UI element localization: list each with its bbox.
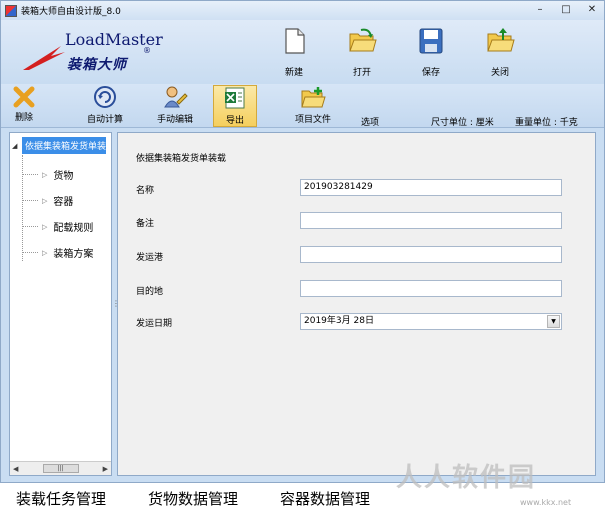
shipping-date-value: 2019年3月 28日 [304, 316, 374, 326]
remarks-label: 备注 [136, 219, 155, 229]
form-title: 依据集装箱发货单装载 [136, 154, 227, 164]
shipping-date-picker[interactable]: 2019年3月 28日 ▼ [300, 313, 562, 330]
tab-loading-tasks[interactable]: 装载任务管理 [16, 488, 106, 509]
logo-name-cn: 装箱大师 [67, 57, 127, 73]
toolbar: 删除 自动计算 手动编辑 导出 项目文件 选项 尺寸单位: 厘米 重量单位:… [1, 84, 604, 128]
watermark: 人人软件园 [396, 463, 537, 493]
remarks-field[interactable] [300, 212, 562, 229]
tree-item-packing-plan[interactable]: ▷ 装箱方案 [22, 245, 93, 260]
manual-edit-button-label: 手动编辑 [156, 115, 193, 125]
logo-registered: ® [143, 46, 151, 55]
tree-root-node[interactable]: ◢ 依据集装箱发货单装载 [12, 137, 106, 154]
close-folder-icon [487, 28, 515, 52]
options-button[interactable]: 选项 [361, 115, 379, 128]
window-controls: – □ ✕ [534, 3, 598, 17]
open-button-label: 打开 [352, 68, 371, 78]
close-project-button[interactable]: 关闭 [475, 26, 525, 80]
destination-label: 目的地 [136, 287, 164, 297]
manual-edit-icon [164, 86, 188, 108]
navigation-tree: ◢ 依据集装箱发货单装载 ▷ 货物 ▷ 容器 ▷ 配载规则 ▷ [9, 132, 112, 476]
project-file-button[interactable]: 项目文件 [291, 85, 335, 127]
scroll-right-icon[interactable]: ▶ [103, 465, 108, 473]
minimize-button[interactable]: – [534, 3, 546, 17]
logo-swoosh-icon [23, 46, 65, 70]
tab-container-data[interactable]: 容器数据管理 [280, 488, 370, 509]
close-project-button-label: 关闭 [490, 68, 509, 78]
auto-calc-icon [94, 86, 116, 108]
content-area: ◢ 依据集装箱发货单装载 ▷ 货物 ▷ 容器 ▷ 配载规则 ▷ [1, 129, 604, 479]
scrollbar-thumb[interactable]: ||| [42, 464, 79, 473]
name-label: 名称 [136, 186, 155, 196]
port-of-shipment-label: 发运港 [136, 253, 164, 263]
tree-expand-icon[interactable]: ◢ [12, 142, 22, 150]
tree-arrow-icon: ▷ [42, 170, 48, 179]
new-document-icon [285, 28, 305, 54]
save-disk-icon [419, 28, 443, 54]
weight-unit-label[interactable]: 重量单位 : 千克 [515, 115, 578, 128]
tree-horizontal-scrollbar[interactable]: ◀ ||| ▶ [10, 461, 111, 475]
main-window: 装箱大师自由设计版_8.0 – □ ✕ LoadMaster ® 装箱大师 新建 [0, 0, 605, 483]
name-field[interactable]: 201903281429 [300, 179, 562, 196]
size-unit-label[interactable]: 尺寸单位 : 厘米 [431, 115, 494, 128]
tree-root-label: 依据集装箱发货单装载 [22, 137, 106, 154]
shipping-date-label: 发运日期 [136, 319, 173, 329]
tree-arrow-icon: ▷ [42, 196, 48, 205]
export-excel-icon [225, 87, 245, 109]
project-file-button-label: 项目文件 [294, 115, 331, 125]
tree-item-containers[interactable]: ▷ 容器 [22, 193, 73, 208]
export-button[interactable]: 导出 [213, 85, 257, 127]
auto-calc-button[interactable]: 自动计算 [83, 85, 127, 127]
app-icon [5, 4, 17, 17]
open-folder-icon [349, 28, 377, 52]
save-button[interactable]: 保存 [406, 26, 456, 80]
watermark-url: www.kkx.net [520, 498, 572, 507]
new-button[interactable]: 新建 [269, 26, 319, 80]
port-of-shipment-field[interactable] [300, 246, 562, 263]
maximize-button[interactable]: □ [560, 3, 572, 17]
tree-item-goods[interactable]: ▷ 货物 [22, 167, 73, 182]
chevron-down-icon[interactable]: ▼ [547, 315, 560, 328]
auto-calc-button-label: 自动计算 [86, 115, 123, 125]
project-file-icon [301, 87, 326, 108]
tree-item-label: 装箱方案 [53, 249, 94, 260]
delete-x-icon [13, 86, 35, 108]
form-panel: 依据集装箱发货单装载 名称 201903281429 备注 发运港 目的地 发运… [117, 132, 596, 476]
header: LoadMaster ® 装箱大师 新建 打开 保存 关闭 [1, 20, 604, 84]
scroll-left-icon[interactable]: ◀ [13, 465, 18, 473]
logo: LoadMaster ® 装箱大师 [19, 26, 163, 78]
tab-goods-data[interactable]: 货物数据管理 [148, 488, 238, 509]
tree-item-label: 货物 [53, 171, 74, 182]
tree-item-loading-rules[interactable]: ▷ 配载规则 [22, 219, 93, 234]
tree-item-label: 配载规则 [53, 223, 94, 234]
close-button[interactable]: ✕ [586, 3, 598, 17]
export-button-label: 导出 [225, 116, 244, 126]
open-button[interactable]: 打开 [337, 26, 387, 80]
tree-arrow-icon: ▷ [42, 248, 48, 257]
tree-item-label: 容器 [53, 197, 74, 208]
new-button-label: 新建 [284, 68, 303, 78]
delete-button[interactable]: 删除 [7, 85, 41, 127]
manual-edit-button[interactable]: 手动编辑 [153, 85, 197, 127]
delete-button-label: 删除 [14, 113, 33, 123]
destination-field[interactable] [300, 280, 562, 297]
tree-arrow-icon: ▷ [42, 222, 48, 231]
window-title: 装箱大师自由设计版_8.0 [21, 7, 121, 17]
title-bar[interactable]: 装箱大师自由设计版_8.0 – □ ✕ [1, 1, 604, 20]
save-button-label: 保存 [421, 68, 440, 78]
